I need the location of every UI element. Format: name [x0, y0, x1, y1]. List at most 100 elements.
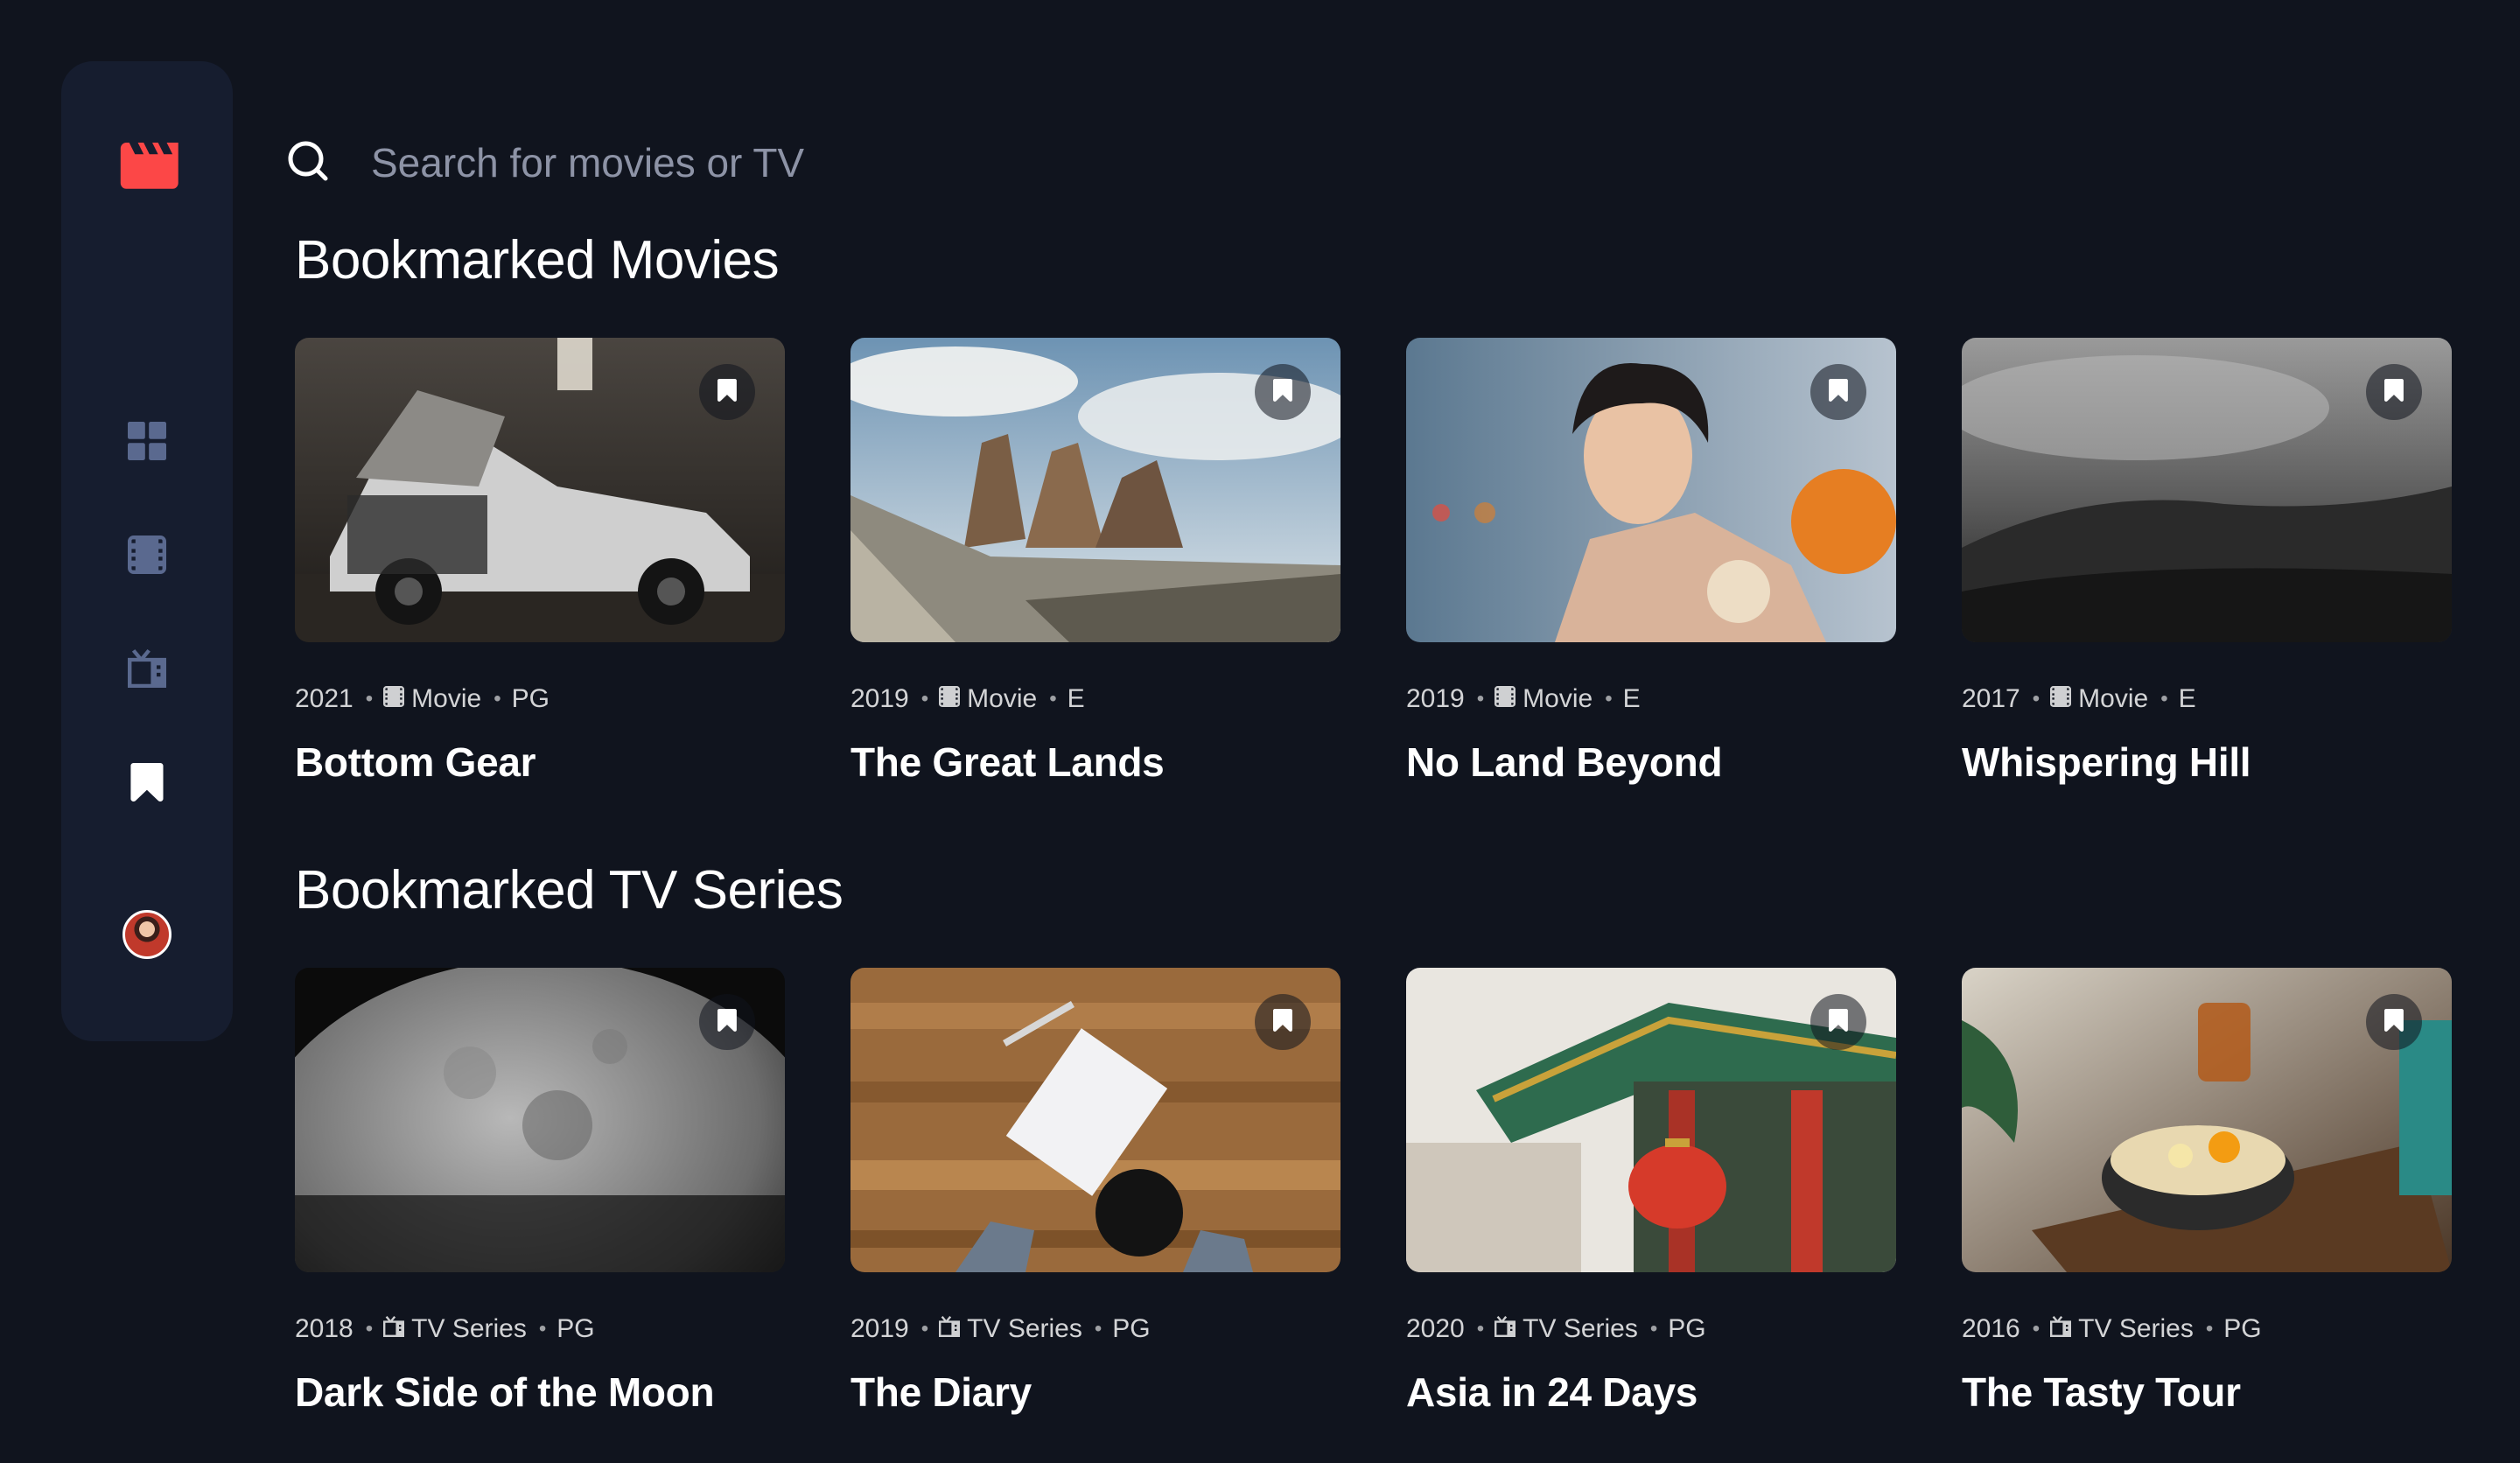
thumbnail-no-land-beyond[interactable]	[1406, 338, 1896, 642]
bookmark-button[interactable]	[2366, 364, 2422, 420]
card-title[interactable]: Whispering Hill	[1962, 738, 2452, 786]
app-root: Bookmarked Movies	[0, 0, 2520, 1463]
sidebar-item-home[interactable]	[61, 416, 233, 469]
card-title[interactable]: Bottom Gear	[295, 738, 785, 786]
thumbnail-the-tasty-tour[interactable]	[1962, 968, 2452, 1272]
grid-icon	[128, 421, 166, 465]
bookmark-button[interactable]	[1255, 364, 1311, 420]
card-year: 2021	[295, 684, 354, 713]
card-meta: 2019 • Movie • E	[850, 684, 1340, 714]
bookmark-icon	[1273, 378, 1292, 407]
search-input[interactable]	[371, 135, 2296, 191]
avatar[interactable]	[122, 910, 172, 959]
film-icon	[939, 684, 967, 714]
card-rating: PG	[2223, 1314, 2262, 1343]
separator-dot: •	[2032, 687, 2040, 710]
separator-dot: •	[1049, 687, 1057, 710]
separator-dot: •	[538, 1317, 547, 1340]
card-year: 2019	[850, 684, 909, 713]
separator-dot: •	[920, 687, 929, 710]
card-rating: E	[1067, 684, 1085, 713]
tv-icon	[939, 1314, 967, 1344]
card-rating: PG	[556, 1314, 595, 1343]
bookmark-button[interactable]	[1810, 364, 1866, 420]
card-meta: 2018 • TV Series • PG	[295, 1314, 785, 1344]
separator-dot: •	[365, 1317, 374, 1340]
thumbnail-dark-side-of-the-moon[interactable]	[295, 968, 785, 1272]
clapperboard-icon[interactable]	[119, 142, 178, 191]
search-icon	[282, 135, 334, 192]
series-grid: 2018 • TV Series • PG Dark Side of the M…	[295, 968, 2453, 1416]
sidebar-item-bookmarks[interactable]	[61, 758, 233, 810]
sidebar	[61, 61, 233, 1041]
card-whispering-hill: 2017 • Movie • E Whispering Hill	[1962, 338, 2452, 786]
separator-dot: •	[920, 1317, 929, 1340]
thumbnail-bottom-gear[interactable]	[295, 338, 785, 642]
card-rating: E	[2178, 684, 2196, 713]
card-rating: PG	[511, 684, 550, 713]
sidebar-item-tv-series[interactable]	[61, 644, 233, 696]
card-category: Movie	[1522, 684, 1593, 713]
tv-icon	[383, 1314, 411, 1344]
thumbnail-the-great-lands[interactable]	[850, 338, 1340, 642]
card-title[interactable]: The Diary	[850, 1368, 1340, 1416]
card-the-great-lands: 2019 • Movie • E The Great Lands	[850, 338, 1340, 786]
bookmark-icon	[1829, 1008, 1848, 1037]
bookmark-icon	[130, 763, 164, 806]
separator-dot: •	[1605, 687, 1613, 710]
bookmark-icon	[1829, 378, 1848, 407]
bookmark-button[interactable]	[1255, 994, 1311, 1050]
separator-dot: •	[2032, 1317, 2040, 1340]
card-year: 2019	[850, 1314, 909, 1343]
card-category: TV Series	[411, 1314, 527, 1343]
bookmark-icon	[718, 378, 737, 407]
card-year: 2018	[295, 1314, 354, 1343]
bookmark-icon	[2384, 378, 2404, 407]
card-rating: PG	[1668, 1314, 1706, 1343]
separator-dot: •	[494, 687, 501, 710]
bookmark-button[interactable]	[1810, 994, 1866, 1050]
thumbnail-whispering-hill[interactable]	[1962, 338, 2452, 642]
bookmark-button[interactable]	[699, 364, 755, 420]
section-title-movies: Bookmarked Movies	[295, 230, 780, 290]
card-meta: 2021 • Movie • PG	[295, 684, 785, 714]
film-icon	[128, 536, 166, 578]
thumbnail-asia-in-24-days[interactable]	[1406, 968, 1896, 1272]
separator-dot: •	[1476, 1317, 1485, 1340]
card-title[interactable]: The Tasty Tour	[1962, 1368, 2452, 1416]
film-icon	[2050, 684, 2078, 714]
card-title[interactable]: No Land Beyond	[1406, 738, 1896, 786]
separator-dot: •	[2160, 687, 2168, 710]
card-rating: PG	[1112, 1314, 1151, 1343]
card-meta: 2019 • TV Series • PG	[850, 1314, 1340, 1344]
section-title-series: Bookmarked TV Series	[295, 860, 844, 920]
card-year: 2019	[1406, 684, 1465, 713]
card-category: Movie	[411, 684, 482, 713]
card-category: Movie	[967, 684, 1038, 713]
bookmark-icon	[718, 1008, 737, 1037]
card-category: TV Series	[2078, 1314, 2194, 1343]
card-title[interactable]: Dark Side of the Moon	[295, 1368, 785, 1416]
tv-icon	[2050, 1314, 2078, 1344]
card-title[interactable]: Asia in 24 Days	[1406, 1368, 1896, 1416]
card-category: TV Series	[1522, 1314, 1638, 1343]
thumbnail-the-diary[interactable]	[850, 968, 1340, 1272]
bookmark-icon	[2384, 1008, 2404, 1037]
separator-dot: •	[1649, 1317, 1658, 1340]
sidebar-item-movies[interactable]	[61, 530, 233, 583]
card-year: 2020	[1406, 1314, 1465, 1343]
card-title[interactable]: The Great Lands	[850, 738, 1340, 786]
card-the-tasty-tour: 2016 • TV Series • PG The Tasty Tour	[1962, 968, 2452, 1416]
film-icon	[383, 684, 411, 714]
bookmark-button[interactable]	[2366, 994, 2422, 1050]
movies-grid: 2021 • Movie • PG Bottom Gear 2019 • Mov…	[295, 338, 2453, 786]
card-dark-side-of-the-moon: 2018 • TV Series • PG Dark Side of the M…	[295, 968, 785, 1416]
card-meta: 2019 • Movie • E	[1406, 684, 1896, 714]
card-bottom-gear: 2021 • Movie • PG Bottom Gear	[295, 338, 785, 786]
card-the-diary: 2019 • TV Series • PG The Diary	[850, 968, 1340, 1416]
card-meta: 2020 • TV Series • PG	[1406, 1314, 1896, 1344]
card-category: Movie	[2078, 684, 2149, 713]
card-rating: E	[1622, 684, 1641, 713]
bookmark-icon	[1273, 1008, 1292, 1037]
bookmark-button[interactable]	[699, 994, 755, 1050]
